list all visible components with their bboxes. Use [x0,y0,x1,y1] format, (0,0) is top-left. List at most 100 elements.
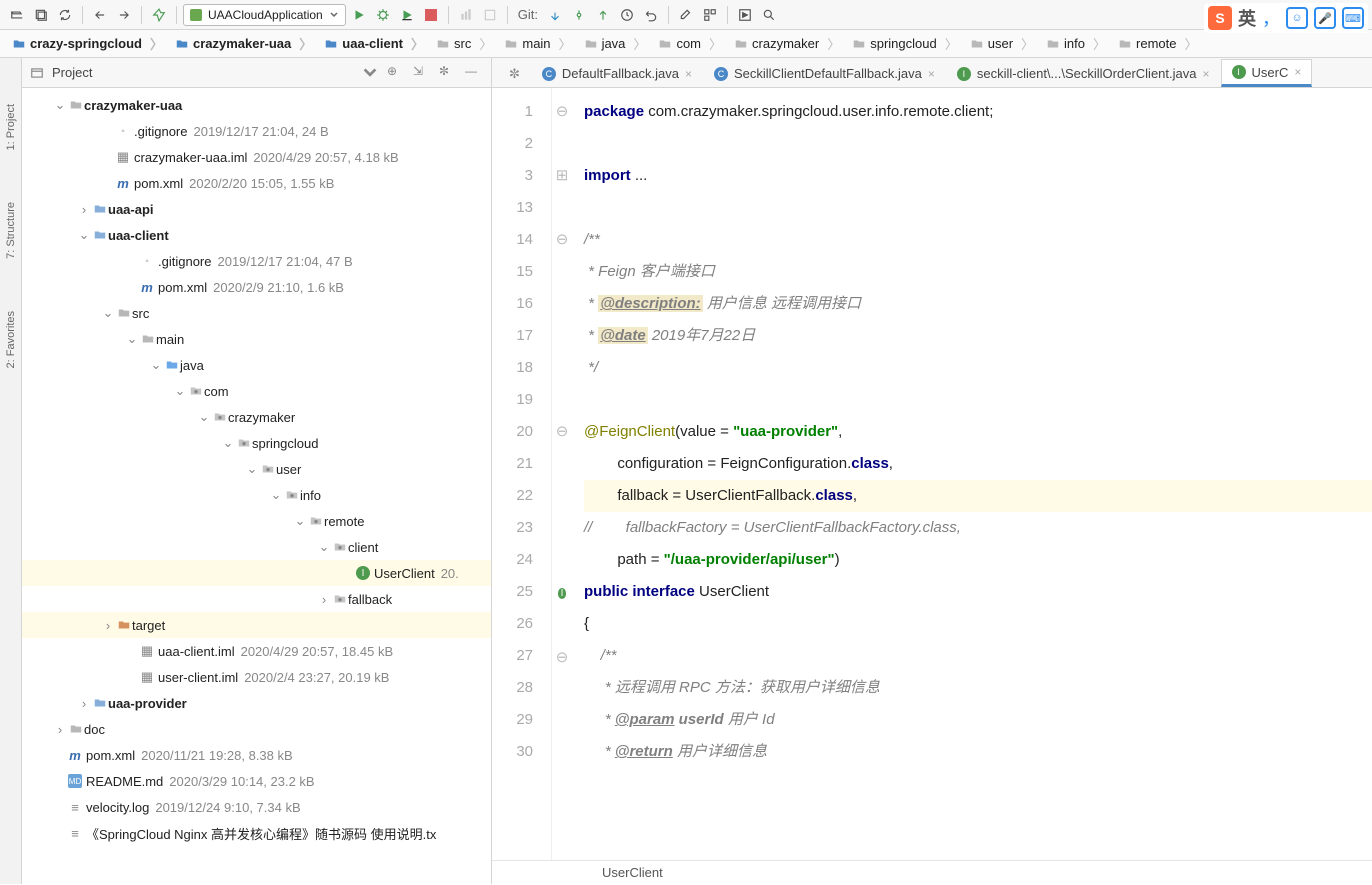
panel-settings-icon[interactable]: ✼ [439,64,457,82]
back-icon[interactable] [89,4,111,26]
search-icon[interactable] [758,4,780,26]
ime-lang[interactable]: 英 [1238,5,1256,31]
run-config-selector[interactable]: UAACloudApplication [183,4,346,26]
panel-dropdown-icon[interactable] [361,64,379,82]
tree-row[interactable]: ⌄src [22,300,491,326]
ime-emoji-icon[interactable]: ☺ [1286,7,1308,29]
git-update-icon[interactable] [544,4,566,26]
project-panel: Project ⊕ ⇲ ✼ — ⌄crazymaker-uaa◦.gitigno… [22,58,492,884]
structure-tab[interactable]: 7: Structure [3,196,19,265]
tree-row[interactable]: ⌄crazymaker-uaa [22,92,491,118]
editor-tab[interactable]: IUserC× [1221,59,1313,87]
debug-icon[interactable] [372,4,394,26]
tree-row[interactable]: ▦uaa-client.iml2020/4/29 20:57, 18.45 kB [22,638,491,664]
breadcrumb-item[interactable]: com〉 [652,34,728,53]
editor-tab[interactable]: CSeckillClientDefaultFallback.java× [703,59,946,87]
tree-row[interactable]: ›fallback [22,586,491,612]
gutter-marks: ⊖ ⊞ ⊖ ⊖ I ⊖ [552,88,572,860]
breadcrumb-item[interactable]: crazymaker〉 [728,34,846,53]
tree-row[interactable]: ⌄uaa-client [22,222,491,248]
tree-row[interactable]: ≡velocity.log2019/12/24 9:10, 7.34 kB [22,794,491,820]
project-tab[interactable]: 1: Project [3,98,19,156]
ime-toolbar: S 英 ， ☺ 🎤 ⌨ [1204,3,1368,33]
expand-icon[interactable]: ⇲ [413,64,431,82]
breadcrumb-item[interactable]: user〉 [964,34,1040,53]
ime-keyboard-icon[interactable]: ⌨ [1342,7,1364,29]
project-structure-icon[interactable] [699,4,721,26]
git-rollback-icon[interactable] [640,4,662,26]
hide-icon[interactable]: — [465,64,483,82]
chevron-down-icon [329,10,339,20]
run-icon[interactable] [348,4,370,26]
panel-title: Project [52,65,353,80]
breadcrumb-item[interactable]: info〉 [1040,34,1112,53]
tree-row[interactable]: ⌄user [22,456,491,482]
tree-row[interactable]: mpom.xml2020/2/20 15:05, 1.55 kB [22,170,491,196]
stop-icon[interactable] [420,4,442,26]
tree-row[interactable]: ⌄java [22,352,491,378]
line-gutter: 123131415161718192021222324252627282930 [492,88,552,860]
breadcrumb-item[interactable]: crazy-springcloud〉 [6,34,169,53]
breadcrumb-item[interactable]: remote〉 [1112,34,1203,53]
code-content[interactable]: package com.crazymaker.springcloud.user.… [572,88,1372,860]
tree-row[interactable]: ◦.gitignore2019/12/17 21:04, 47 B [22,248,491,274]
main-toolbar: UAACloudApplication Git: [0,0,1372,30]
tree-row[interactable]: mpom.xml2020/11/21 19:28, 8.38 kB [22,742,491,768]
tree-row[interactable]: ⌄com [22,378,491,404]
build-icon[interactable] [148,4,170,26]
forward-icon[interactable] [113,4,135,26]
git-label: Git: [514,7,542,22]
editor-tab[interactable]: ✼ [498,59,531,87]
tree-row[interactable]: ⌄info [22,482,491,508]
git-push-icon[interactable] [592,4,614,26]
sync-icon[interactable] [54,4,76,26]
favorites-tab[interactable]: 2: Favorites [3,305,19,374]
profile-icon[interactable] [455,4,477,26]
coverage-icon[interactable] [396,4,418,26]
editor-area: ✼CDefaultFallback.java×CSeckillClientDef… [492,58,1372,884]
project-tree[interactable]: ⌄crazymaker-uaa◦.gitignore2019/12/17 21:… [22,88,491,884]
settings-icon[interactable] [675,4,697,26]
breadcrumb-item[interactable]: crazymaker-uaa〉 [169,34,318,53]
navigation-breadcrumbs: crazy-springcloud〉crazymaker-uaa〉uaa-cli… [0,30,1372,58]
locate-icon[interactable]: ⊕ [387,64,405,82]
tree-row[interactable]: ≡《SpringCloud Nginx 高并发核心编程》随书源码 使用说明.tx [22,820,491,846]
tree-row[interactable]: ›uaa-provider [22,690,491,716]
tree-row[interactable]: ›target [22,612,491,638]
breadcrumb-item[interactable]: java〉 [578,34,653,53]
tree-row[interactable]: MDREADME.md2020/3/29 10:14, 23.2 kB [22,768,491,794]
breadcrumb-item[interactable]: main〉 [498,34,577,53]
tree-row[interactable]: ⌄springcloud [22,430,491,456]
run-anything-icon[interactable] [734,4,756,26]
editor-tabs: ✼CDefaultFallback.java×CSeckillClientDef… [492,58,1372,88]
tree-row[interactable]: ⌄remote [22,508,491,534]
tree-row[interactable]: ⌄crazymaker [22,404,491,430]
editor-tab[interactable]: CDefaultFallback.java× [531,59,703,87]
tree-row[interactable]: mpom.xml2020/2/9 21:10, 1.6 kB [22,274,491,300]
git-commit-icon[interactable] [568,4,590,26]
ime-punct-icon[interactable]: ， [1262,5,1280,31]
tree-row[interactable]: ›uaa-api [22,196,491,222]
tree-row[interactable]: ▦crazymaker-uaa.iml2020/4/29 20:57, 4.18… [22,144,491,170]
open-icon[interactable] [6,4,28,26]
breadcrumb-item[interactable]: uaa-client〉 [318,34,430,53]
project-panel-header: Project ⊕ ⇲ ✼ — [22,58,491,88]
springboot-icon [190,9,202,21]
breadcrumb-item[interactable]: springcloud〉 [846,34,964,53]
save-all-icon[interactable] [30,4,52,26]
attach-icon[interactable] [479,4,501,26]
sogou-icon[interactable]: S [1208,6,1232,30]
breadcrumb-item[interactable]: src〉 [430,34,498,53]
ime-voice-icon[interactable]: 🎤 [1314,7,1336,29]
project-icon [30,66,44,80]
tree-row[interactable]: ⌄main [22,326,491,352]
tree-row[interactable]: ⌄client [22,534,491,560]
tree-row[interactable]: ◦.gitignore2019/12/17 21:04, 24 B [22,118,491,144]
editor-tab[interactable]: Iseckill-client\...\SeckillOrderClient.j… [946,59,1221,87]
editor-breadcrumb: UserClient [492,860,1372,884]
tree-row[interactable]: ▦user-client.iml2020/2/4 23:27, 20.19 kB [22,664,491,690]
git-history-icon[interactable] [616,4,638,26]
code-editor[interactable]: 123131415161718192021222324252627282930 … [492,88,1372,860]
tree-row[interactable]: ›doc [22,716,491,742]
tree-row[interactable]: IUserClient20. [22,560,491,586]
